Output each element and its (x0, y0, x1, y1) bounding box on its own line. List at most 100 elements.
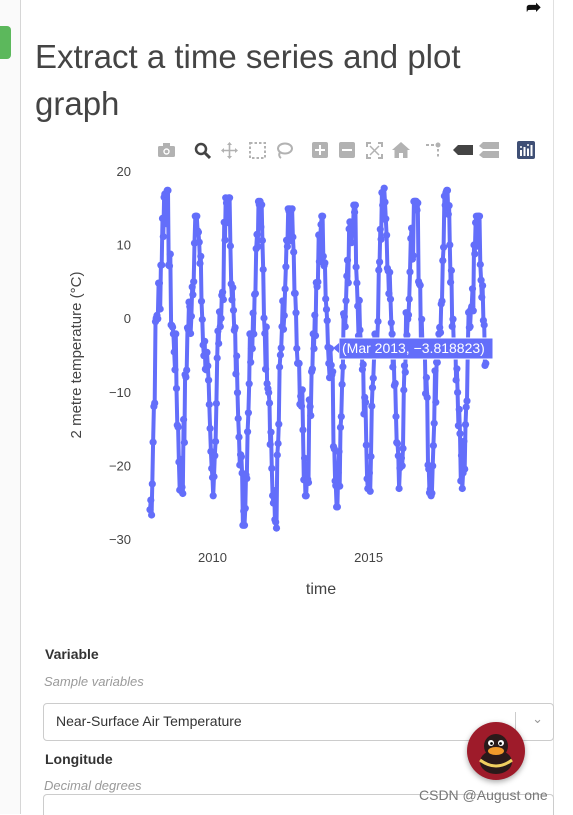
data-point[interactable] (276, 351, 284, 359)
data-point[interactable] (347, 239, 356, 247)
data-point[interactable] (343, 256, 352, 264)
data-point[interactable] (454, 388, 462, 396)
data-point[interactable] (194, 228, 202, 236)
data-point[interactable] (369, 374, 377, 382)
data-point[interactable] (244, 428, 252, 436)
data-point[interactable] (409, 252, 417, 260)
data-point[interactable] (176, 455, 185, 463)
data-point[interactable] (236, 461, 244, 469)
data-point[interactable] (322, 295, 330, 303)
data-point[interactable] (265, 389, 273, 397)
data-point[interactable] (327, 361, 335, 369)
data-point[interactable] (391, 379, 399, 387)
data-point[interactable] (292, 309, 300, 317)
data-point[interactable] (418, 315, 426, 323)
data-point[interactable] (226, 242, 234, 250)
data-point[interactable] (273, 451, 281, 459)
data-point[interactable] (336, 482, 344, 490)
data-point[interactable] (423, 393, 431, 402)
data-point[interactable] (183, 366, 191, 374)
data-point[interactable] (174, 423, 182, 431)
data-point[interactable] (343, 272, 351, 280)
data-point[interactable] (311, 332, 320, 340)
data-point[interactable] (291, 289, 299, 297)
data-point[interactable] (205, 400, 213, 409)
data-point[interactable] (245, 380, 253, 388)
data-point[interactable] (265, 399, 274, 407)
data-point[interactable] (196, 259, 204, 267)
chevron-down-icon[interactable]: ⌄ (532, 711, 543, 727)
data-point[interactable] (240, 521, 249, 529)
data-point[interactable] (473, 242, 481, 250)
data-point[interactable] (235, 433, 243, 441)
zoom-out-icon[interactable] (337, 140, 357, 160)
data-point[interactable] (180, 415, 188, 424)
data-point[interactable] (393, 439, 402, 448)
data-point[interactable] (197, 252, 205, 260)
data-point[interactable] (229, 284, 237, 292)
data-point[interactable] (237, 453, 245, 461)
data-point[interactable] (351, 208, 359, 216)
autoscale-icon[interactable] (364, 140, 384, 160)
data-point[interactable] (180, 438, 188, 447)
data-point[interactable] (436, 329, 445, 337)
data-point[interactable] (355, 296, 363, 304)
data-point[interactable] (460, 437, 468, 445)
data-point[interactable] (392, 412, 400, 421)
data-point[interactable] (215, 308, 224, 316)
data-point[interactable] (352, 263, 360, 271)
data-point[interactable] (444, 210, 452, 218)
data-point[interactable] (258, 201, 266, 209)
hover-closest-icon[interactable] (453, 140, 473, 160)
data-point[interactable] (231, 324, 239, 332)
data-point[interactable] (186, 303, 194, 311)
data-point[interactable] (462, 403, 470, 411)
data-point[interactable] (267, 428, 275, 436)
data-point[interactable] (205, 376, 213, 384)
data-point[interactable] (439, 257, 447, 265)
data-point[interactable] (440, 243, 448, 251)
data-point[interactable] (258, 236, 266, 245)
data-point[interactable] (281, 285, 289, 293)
data-point[interactable] (468, 285, 477, 293)
data-point[interactable] (430, 419, 438, 427)
data-point[interactable] (221, 236, 229, 244)
data-point[interactable] (308, 365, 316, 373)
data-point[interactable] (162, 220, 170, 228)
data-point[interactable] (187, 312, 195, 320)
data-point[interactable] (408, 224, 416, 232)
data-point[interactable] (365, 469, 373, 477)
data-point[interactable] (212, 399, 220, 408)
data-point[interactable] (226, 194, 234, 202)
data-point[interactable] (253, 230, 261, 238)
data-point[interactable] (260, 314, 268, 322)
data-point[interactable] (250, 330, 258, 338)
data-point[interactable] (340, 313, 348, 321)
data-point[interactable] (482, 359, 490, 367)
data-point[interactable] (360, 410, 368, 418)
data-point[interactable] (212, 437, 220, 446)
data-point[interactable] (149, 438, 157, 446)
data-point[interactable] (447, 278, 455, 286)
data-point[interactable] (234, 414, 242, 423)
data-point[interactable] (449, 315, 457, 323)
data-point[interactable] (428, 489, 436, 497)
data-point[interactable] (388, 330, 396, 338)
data-point[interactable] (386, 295, 395, 303)
data-point[interactable] (302, 492, 310, 500)
data-point[interactable] (326, 345, 334, 353)
data-point[interactable] (383, 231, 391, 239)
data-point[interactable] (310, 345, 318, 353)
data-point[interactable] (159, 233, 167, 241)
data-point[interactable] (201, 337, 209, 345)
data-point[interactable] (254, 243, 262, 251)
data-point[interactable] (299, 426, 307, 434)
data-point[interactable] (433, 358, 441, 366)
data-point[interactable] (297, 392, 305, 400)
data-point[interactable] (217, 314, 225, 322)
data-point[interactable] (277, 344, 285, 352)
data-point[interactable] (162, 208, 170, 216)
data-point[interactable] (386, 268, 394, 276)
data-point[interactable] (362, 441, 370, 449)
data-point[interactable] (323, 317, 331, 325)
